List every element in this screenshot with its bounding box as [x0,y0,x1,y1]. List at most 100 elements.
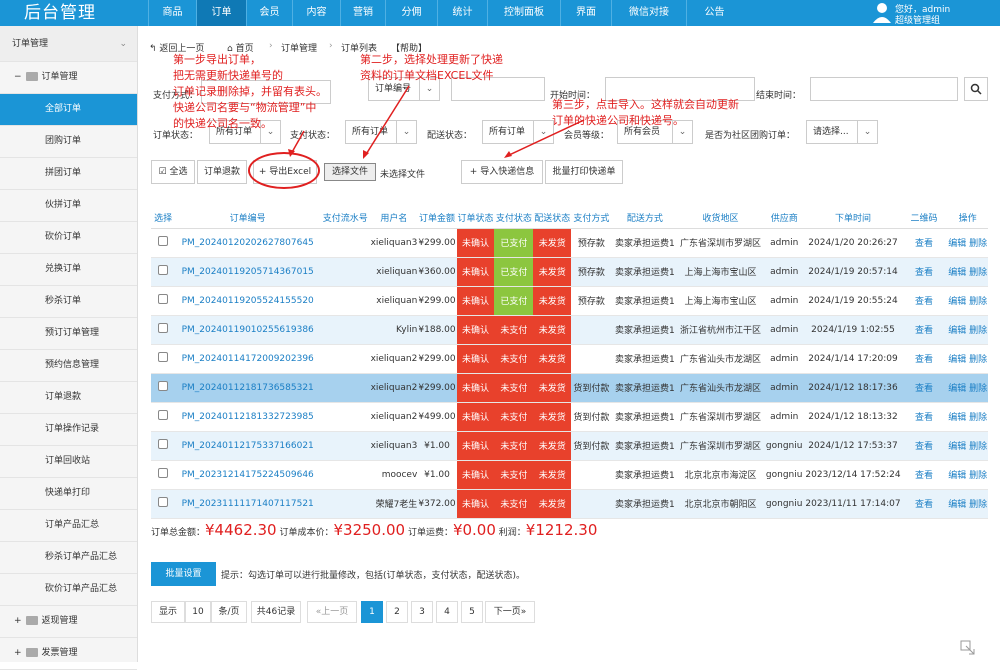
order-amount: ¥299.00 [417,373,457,403]
sidebar-item-12[interactable]: 快递单打印 [0,478,137,510]
order-number-link[interactable]: PM_20240119010255619386 [182,325,314,335]
sidebar-item-6[interactable]: 秒杀订单 [0,286,137,318]
delete-link[interactable]: 删除 [969,355,987,365]
edit-link[interactable]: 编辑 [948,268,966,278]
row-checkbox[interactable] [158,294,169,304]
order-number-link[interactable]: PM_20240112181736585321 [182,383,314,393]
qrcode-view-link[interactable]: 查看 [915,297,933,307]
edit-link[interactable]: 编辑 [948,326,966,336]
delete-link[interactable]: 删除 [969,413,987,423]
sidebar-item-2[interactable]: 拼团订单 [0,158,137,190]
page-button-3[interactable]: 3 [411,601,433,623]
sidebar-item-14[interactable]: 秒杀订单产品汇总 [0,542,137,574]
supplier: admin [762,315,806,345]
delete-link[interactable]: 删除 [969,500,987,510]
qrcode-view-link[interactable]: 查看 [915,500,933,510]
sidebar-item-0[interactable]: 全部订单 [0,94,137,126]
sidebar-item-7[interactable]: 预订订单管理 [0,318,137,350]
row-checkbox[interactable] [158,410,169,420]
edit-link[interactable]: 编辑 [948,297,966,307]
row-checkbox[interactable] [158,468,169,478]
nav-item-10[interactable]: 公告 [686,0,742,26]
nav-item-1[interactable]: 订单 [196,0,246,26]
delete-link[interactable]: 删除 [969,268,987,278]
supplier: admin [762,286,806,316]
delete-link[interactable]: 删除 [969,442,987,452]
prev-page-button[interactable]: «上一页 [307,601,357,623]
delete-link[interactable]: 删除 [969,239,987,249]
qrcode-view-link[interactable]: 查看 [915,355,933,365]
qrcode-view-link[interactable]: 查看 [915,471,933,481]
row-checkbox[interactable] [158,236,169,246]
order-number-link[interactable]: PM_20240112175337166021 [182,441,314,451]
order-number-link[interactable]: PM_20240119205714367015 [182,267,314,277]
row-checkbox[interactable] [158,497,169,507]
row-checkbox[interactable] [158,323,169,333]
qrcode-view-link[interactable]: 查看 [915,326,933,336]
qrcode-view-link[interactable]: 查看 [915,268,933,278]
sidebar-item-3[interactable]: 伙拼订单 [0,190,137,222]
row-checkbox[interactable] [158,265,169,275]
sidebar-item-9[interactable]: 订单退款 [0,382,137,414]
page-button-5[interactable]: 5 [461,601,483,623]
delete-link[interactable]: 删除 [969,384,987,394]
sidebar-group-orders[interactable]: − 订单管理 [0,62,137,94]
pay-status-badge: 未支付 [494,344,534,374]
table-row: PM_20240112175337166021 xieliquan3 ¥1.00… [151,431,988,461]
page-button-4[interactable]: 4 [436,601,458,623]
total-label: 订单总金额： [151,528,206,538]
nav-item-4[interactable]: 营销 [340,0,385,26]
ship-status-badge: 未发货 [533,373,572,403]
edit-link[interactable]: 编辑 [948,384,966,394]
nav-item-7[interactable]: 控制面板 [487,0,560,26]
next-page-button[interactable]: 下一页» [485,601,535,623]
sidebar-item-4[interactable]: 砍价订单 [0,222,137,254]
sidebar-group-1[interactable]: + 发票管理 [0,638,137,670]
nav-item-5[interactable]: 分佣 [385,0,437,26]
sidebar-group-0[interactable]: + 返现管理 [0,606,137,638]
nav-item-9[interactable]: 微信对接 [611,0,686,26]
sidebar-section-orders[interactable]: 订单管理 ⌄ [0,26,137,62]
row-checkbox[interactable] [158,352,169,362]
delete-link[interactable]: 删除 [969,471,987,481]
sidebar-item-5[interactable]: 兑换订单 [0,254,137,286]
supplier: admin [762,257,806,287]
edit-link[interactable]: 编辑 [948,239,966,249]
nav-item-3[interactable]: 内容 [292,0,340,26]
order-number-link[interactable]: PM_20231214175224509646 [182,470,314,480]
edit-link[interactable]: 编辑 [948,442,966,452]
sidebar-item-10[interactable]: 订单操作记录 [0,414,137,446]
page-size-select[interactable]: 10 [185,601,211,623]
edit-link[interactable]: 编辑 [948,413,966,423]
batch-settings-button[interactable]: 批量设置 [151,562,216,586]
order-number-link[interactable]: PM_20240112181332723985 [182,412,314,422]
row-checkbox[interactable] [158,381,169,391]
ship-status-badge: 未发货 [533,431,572,461]
qrcode-view-link[interactable]: 查看 [915,442,933,452]
nav-item-0[interactable]: 商品 [148,0,196,26]
qrcode-view-link[interactable]: 查看 [915,239,933,249]
nav-item-2[interactable]: 会员 [246,0,292,26]
nav-item-8[interactable]: 界面 [560,0,611,26]
sidebar-item-11[interactable]: 订单回收站 [0,446,137,478]
edit-link[interactable]: 编辑 [948,471,966,481]
qrcode-view-link[interactable]: 查看 [915,384,933,394]
nav-item-6[interactable]: 统计 [437,0,487,26]
edit-link[interactable]: 编辑 [948,355,966,365]
page-button-2[interactable]: 2 [386,601,408,623]
order-number-link[interactable]: PM_20240119205524155520 [182,296,314,306]
order-number-link[interactable]: PM_20240120202627807645 [182,238,314,248]
page-button-1[interactable]: 1 [361,601,383,623]
user-info[interactable]: 您好，admin 超级管理组 [868,0,1000,26]
sidebar-item-15[interactable]: 砍价订单产品汇总 [0,574,137,606]
delete-link[interactable]: 删除 [969,297,987,307]
delete-link[interactable]: 删除 [969,326,987,336]
sidebar-item-8[interactable]: 预约信息管理 [0,350,137,382]
sidebar-item-1[interactable]: 团购订单 [0,126,137,158]
order-number-link[interactable]: PM_20240114172009202396 [182,354,314,364]
edit-link[interactable]: 编辑 [948,500,966,510]
qrcode-view-link[interactable]: 查看 [915,413,933,423]
row-checkbox[interactable] [158,439,169,449]
order-number-link[interactable]: PM_20231111171407117521 [182,499,314,509]
sidebar-item-13[interactable]: 订单产品汇总 [0,510,137,542]
